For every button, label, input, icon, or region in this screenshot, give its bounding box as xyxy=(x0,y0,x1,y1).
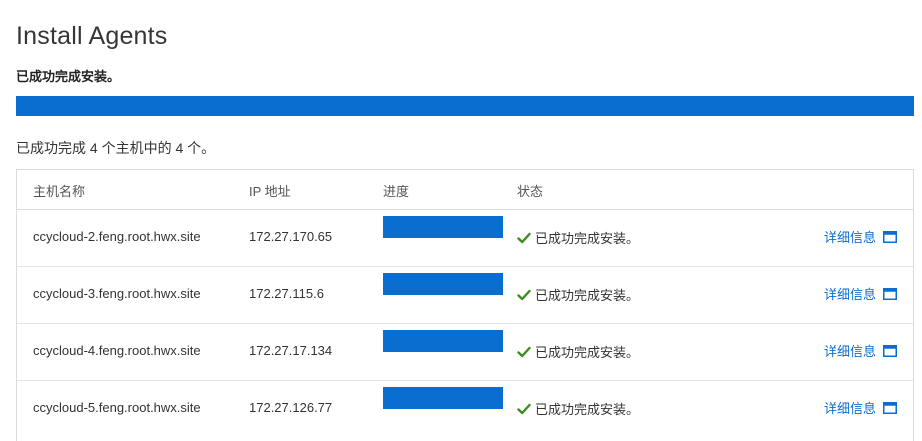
status-text: 已成功完成安装。 xyxy=(535,402,640,417)
details-link-label: 详细信息 xyxy=(823,344,876,359)
details-link[interactable]: 详细信息 xyxy=(824,341,897,360)
host-progress-fill xyxy=(383,273,503,295)
details-link[interactable]: 详细信息 xyxy=(824,227,897,246)
host-progress-bar xyxy=(383,273,503,295)
hostname-cell: ccycloud-3.feng.root.hwx.site xyxy=(33,286,201,301)
overall-status-text: 已成功完成安装。 xyxy=(16,69,121,84)
host-progress-fill xyxy=(383,330,503,352)
details-link[interactable]: 详细信息 xyxy=(824,284,897,303)
ip-cell: 172.27.170.65 xyxy=(249,229,333,244)
table-header: 主机名称 IP 地址 进度 状态 xyxy=(17,170,913,210)
check-icon xyxy=(517,346,531,357)
window-icon xyxy=(883,344,897,357)
install-summary: 已成功完成 4 个主机中的 4 个。 xyxy=(16,140,216,156)
table-row: ccycloud-3.feng.root.hwx.site 172.27.115… xyxy=(17,267,913,324)
table-body: ccycloud-2.feng.root.hwx.site 172.27.170… xyxy=(17,210,913,437)
table-row: ccycloud-5.feng.root.hwx.site 172.27.126… xyxy=(17,381,913,437)
status-cell: 已成功完成安装。 xyxy=(517,285,639,304)
status-text: 已成功完成安装。 xyxy=(535,345,640,360)
ip-cell: 172.27.17.134 xyxy=(249,343,333,358)
overall-progress-fill xyxy=(16,96,914,116)
status-cell: 已成功完成安装。 xyxy=(517,342,639,361)
column-header-status: 状态 xyxy=(517,184,544,199)
status-cell: 已成功完成安装。 xyxy=(517,399,639,418)
host-progress-bar xyxy=(383,330,503,352)
details-link-label: 详细信息 xyxy=(823,230,876,245)
table-row: ccycloud-4.feng.root.hwx.site 172.27.17.… xyxy=(17,324,913,381)
window-icon xyxy=(883,401,897,414)
ip-cell: 172.27.115.6 xyxy=(249,286,324,301)
host-progress-fill xyxy=(383,216,503,238)
window-icon xyxy=(883,287,897,300)
check-icon xyxy=(517,289,531,300)
column-header-progress: 进度 xyxy=(383,184,410,199)
overall-progress-bar xyxy=(16,96,914,116)
hostname-cell: ccycloud-2.feng.root.hwx.site xyxy=(33,229,201,244)
column-header-ip: IP 地址 xyxy=(249,184,291,199)
page-title: Install Agents xyxy=(16,22,168,50)
details-link[interactable]: 详细信息 xyxy=(824,398,897,417)
details-link-label: 详细信息 xyxy=(823,401,876,416)
hostname-cell: ccycloud-4.feng.root.hwx.site xyxy=(33,343,201,358)
check-icon xyxy=(517,232,531,243)
hosts-table: 主机名称 IP 地址 进度 状态 ccycloud-2.feng.root.hw… xyxy=(16,169,914,441)
host-progress-fill xyxy=(383,387,503,409)
hostname-cell: ccycloud-5.feng.root.hwx.site xyxy=(33,400,201,415)
status-cell: 已成功完成安装。 xyxy=(517,228,639,247)
host-progress-bar xyxy=(383,387,503,409)
table-row: ccycloud-2.feng.root.hwx.site 172.27.170… xyxy=(17,210,913,267)
host-progress-bar xyxy=(383,216,503,238)
details-link-label: 详细信息 xyxy=(823,287,876,302)
window-icon xyxy=(883,230,897,243)
status-text: 已成功完成安装。 xyxy=(535,288,640,303)
check-icon xyxy=(517,403,531,414)
status-text: 已成功完成安装。 xyxy=(535,231,640,246)
column-header-hostname: 主机名称 xyxy=(33,184,86,199)
ip-cell: 172.27.126.77 xyxy=(249,400,333,415)
